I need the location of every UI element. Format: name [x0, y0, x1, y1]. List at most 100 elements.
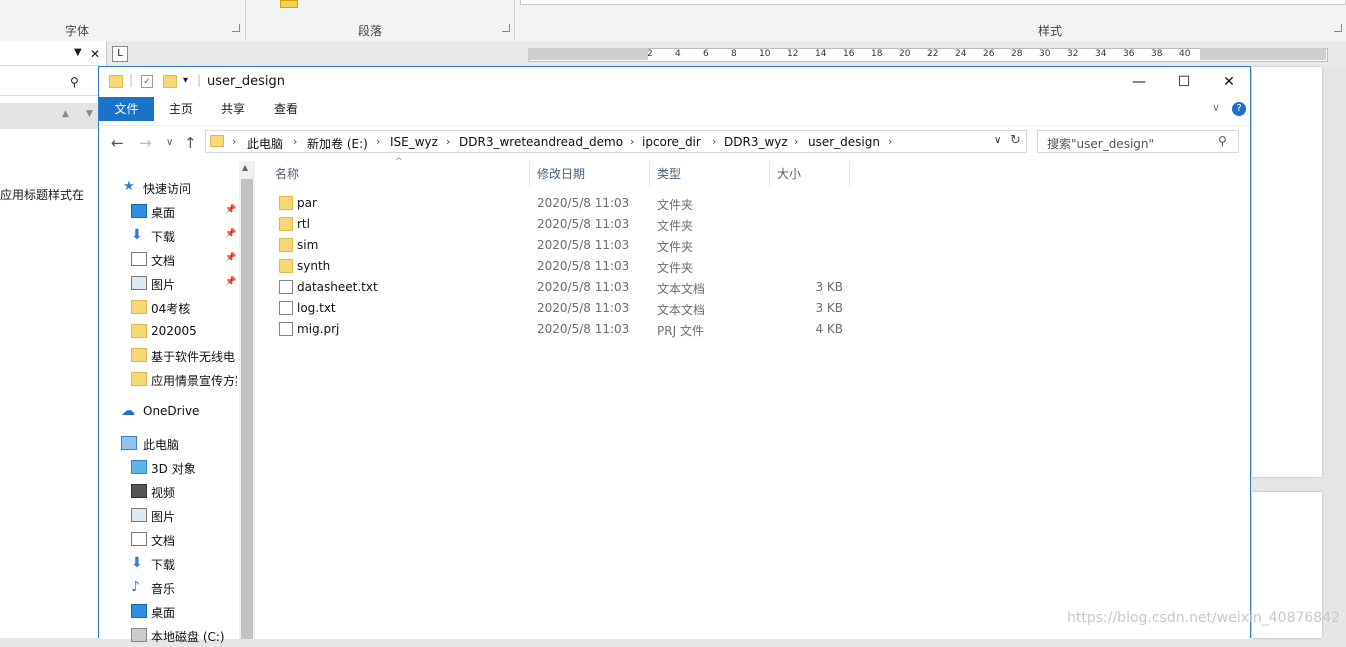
paragraph-dialog-launcher-icon[interactable]	[502, 24, 510, 32]
tab-file[interactable]: 文件	[99, 97, 154, 121]
ruler-tick-label: 38	[1151, 49, 1163, 59]
up-arrow-icon[interactable]: ▲	[62, 109, 69, 119]
tree-item[interactable]: 基于软件无线电	[99, 345, 239, 367]
document-scrollbar[interactable]	[1326, 67, 1346, 638]
document-icon	[131, 532, 147, 546]
chevron-right-icon[interactable]: ›	[794, 135, 798, 148]
file-type: 文件夹	[657, 261, 694, 275]
breadcrumb-ise[interactable]: ISE_wyz	[390, 135, 438, 149]
chevron-right-icon[interactable]: ›	[446, 135, 450, 148]
tree-item[interactable]: ⬇ 下载	[99, 553, 239, 575]
tab-selector-icon[interactable]: L	[112, 46, 128, 62]
forward-arrow-icon[interactable]: →	[139, 134, 152, 152]
tree-item[interactable]: 桌面	[99, 601, 239, 623]
tab-home[interactable]: 主页	[159, 97, 203, 121]
file-size: 3 KB	[815, 301, 843, 315]
tree-item[interactable]: 文档 📌	[99, 249, 239, 271]
help-icon[interactable]: ?	[1232, 102, 1246, 116]
tree-item[interactable]: 图片 📌	[99, 273, 239, 295]
refresh-icon[interactable]: ↻	[1010, 133, 1021, 148]
customize-toolbar-icon[interactable]: ▾	[183, 75, 188, 86]
breadcrumb-demo[interactable]: DDR3_wreteandread_demo	[459, 135, 623, 149]
tree-scroll-thumb[interactable]	[241, 179, 253, 639]
pin-icon[interactable]: 📌	[225, 277, 236, 287]
tree-item[interactable]: 202005	[99, 321, 239, 343]
tree-item[interactable]: 文档	[99, 529, 239, 551]
chevron-right-icon[interactable]: ›	[232, 135, 236, 148]
tree-item-label: 202005	[151, 324, 197, 338]
font-dialog-launcher-icon[interactable]	[232, 24, 240, 32]
styles-dialog-launcher-icon[interactable]	[1334, 24, 1342, 32]
up-arrow-icon[interactable]: ↑	[184, 134, 197, 152]
tree-item-label: 视频	[151, 486, 176, 500]
close-icon[interactable]: ✕	[90, 47, 100, 61]
chevron-down-icon[interactable]: ∨	[994, 135, 1001, 146]
pin-icon[interactable]: 📌	[225, 205, 236, 215]
file-name: synth	[297, 259, 331, 273]
tree-item[interactable]: 应用情景宣传方案	[99, 369, 239, 391]
tree-item[interactable]: 04考核	[99, 297, 239, 319]
breadcrumb-ddr3[interactable]: DDR3_wyz	[724, 135, 788, 149]
pin-icon[interactable]: 📌	[225, 229, 236, 239]
file-row[interactable]: par 2020/5/8 11:03 文件夹	[275, 193, 875, 214]
breadcrumb-ipcore[interactable]: ipcore_dir	[642, 135, 701, 149]
tab-view[interactable]: 查看	[264, 97, 308, 121]
document-page[interactable]	[1252, 67, 1322, 477]
pin-icon[interactable]: 📌	[225, 253, 236, 263]
tree-item[interactable]: 3D 对象	[99, 457, 239, 479]
column-name[interactable]: 名称	[275, 161, 299, 188]
minimize-button[interactable]: —	[1116, 67, 1162, 97]
file-type: 文本文档	[657, 282, 706, 296]
column-type[interactable]: 类型	[657, 161, 681, 188]
properties-icon[interactable]: ✓	[141, 75, 153, 88]
expand-ribbon-icon[interactable]: ∨	[1212, 101, 1220, 114]
tree-item[interactable]: 本地磁盘 (C:)	[99, 625, 239, 647]
search-icon[interactable]: ⚲	[1218, 134, 1227, 148]
column-date[interactable]: 修改日期	[537, 161, 585, 188]
chevron-right-icon[interactable]: ›	[888, 135, 892, 148]
breadcrumb-this-pc[interactable]: 此电脑	[247, 135, 283, 152]
new-folder-icon[interactable]	[163, 75, 177, 88]
tree-item[interactable]: ⬇ 下载 📌	[99, 225, 239, 247]
align-button[interactable]	[280, 0, 298, 8]
tab-share[interactable]: 共享	[211, 97, 255, 121]
column-divider[interactable]	[529, 161, 530, 188]
title-bar[interactable]: | ✓ ▾ | user_design — ☐ ✕	[99, 67, 1250, 97]
tree-item[interactable]: 桌面 📌	[99, 201, 239, 223]
breadcrumb-user-design[interactable]: user_design	[808, 135, 880, 149]
file-row[interactable]: synth 2020/5/8 11:03 文件夹	[275, 256, 875, 277]
maximize-button[interactable]: ☐	[1161, 67, 1207, 97]
chevron-right-icon[interactable]: ›	[712, 135, 716, 148]
styles-gallery[interactable]	[520, 0, 1346, 5]
recent-locations-icon[interactable]: ∨	[166, 137, 173, 148]
down-arrow-icon[interactable]: ▼	[86, 109, 93, 119]
tree-item[interactable]: 此电脑	[99, 433, 239, 455]
file-row[interactable]: sim 2020/5/8 11:03 文件夹	[275, 235, 875, 256]
tree-item[interactable]: 视频	[99, 481, 239, 503]
back-arrow-icon[interactable]: ←	[111, 134, 124, 152]
column-divider[interactable]	[849, 161, 850, 188]
file-row[interactable]: rtl 2020/5/8 11:03 文件夹	[275, 214, 875, 235]
scroll-up-icon[interactable]: ▲	[242, 163, 248, 172]
tree-item[interactable]: ♪ 音乐	[99, 577, 239, 599]
address-bar[interactable]: › 此电脑 › 新加卷 (E:) › ISE_wyz › DDR3_wretea…	[205, 130, 1027, 153]
search-input[interactable]: 搜索"user_design" ⚲	[1037, 130, 1239, 153]
tree-item[interactable]: ☁ OneDrive	[99, 401, 239, 423]
column-size[interactable]: 大小	[777, 161, 801, 188]
column-divider[interactable]	[769, 161, 770, 188]
tree-item[interactable]: 图片	[99, 505, 239, 527]
navigation-tree: ★ 快速访问 桌面 📌 ⬇ 下载 📌 文档 📌 图片 📌 04考核 202005 基于软件无线电 应用情景宣…	[99, 161, 239, 644]
column-divider[interactable]	[649, 161, 650, 188]
file-row[interactable]: mig.prj 2020/5/8 11:03 PRJ 文件 4 KB	[275, 319, 875, 340]
chevron-right-icon[interactable]: ›	[376, 135, 380, 148]
nav-search[interactable]: ⚲	[0, 71, 100, 96]
tree-item[interactable]: ★ 快速访问	[99, 177, 239, 199]
chevron-down-icon[interactable]: ▼	[74, 47, 82, 58]
chevron-right-icon[interactable]: ›	[630, 135, 634, 148]
breadcrumb-drive[interactable]: 新加卷 (E:)	[307, 135, 368, 152]
chevron-right-icon[interactable]: ›	[293, 135, 297, 148]
search-icon[interactable]: ⚲	[70, 75, 79, 89]
file-row[interactable]: log.txt 2020/5/8 11:03 文本文档 3 KB	[275, 298, 875, 319]
close-button[interactable]: ✕	[1206, 67, 1252, 97]
file-row[interactable]: datasheet.txt 2020/5/8 11:03 文本文档 3 KB	[275, 277, 875, 298]
